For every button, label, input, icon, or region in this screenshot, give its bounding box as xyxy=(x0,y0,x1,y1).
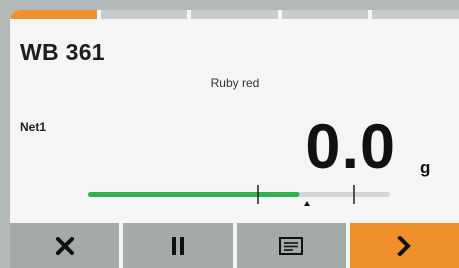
weighing-bargraph xyxy=(88,185,390,206)
weight-unit: g xyxy=(420,158,431,177)
cancel-button[interactable] xyxy=(10,223,120,268)
terminal-screen: WB 361 Ruby red Net1 0.0 g xyxy=(10,10,459,268)
pause-button[interactable] xyxy=(123,223,233,268)
tab-5[interactable] xyxy=(372,10,459,19)
product-subtitle: Ruby red xyxy=(210,76,260,90)
tab-bar xyxy=(10,10,459,19)
action-bar xyxy=(10,223,459,268)
info-button[interactable] xyxy=(236,223,346,268)
device-frame: WB 361 Ruby red Net1 0.0 g xyxy=(0,0,459,268)
bargraph-fill xyxy=(88,192,300,197)
tab-1[interactable] xyxy=(10,10,97,19)
tab-3[interactable] xyxy=(191,10,278,19)
next-button[interactable] xyxy=(349,223,459,268)
tab-2[interactable] xyxy=(100,10,188,19)
pause-icon xyxy=(171,236,184,255)
chevron-right-icon xyxy=(397,235,412,256)
page-title: WB 361 xyxy=(20,39,105,65)
target-marker-icon xyxy=(304,201,310,206)
close-icon xyxy=(55,236,74,255)
info-icon xyxy=(279,236,304,255)
tab-4[interactable] xyxy=(281,10,369,19)
net-label: Net1 xyxy=(20,120,47,134)
weight-value: 0.0 xyxy=(305,112,396,182)
